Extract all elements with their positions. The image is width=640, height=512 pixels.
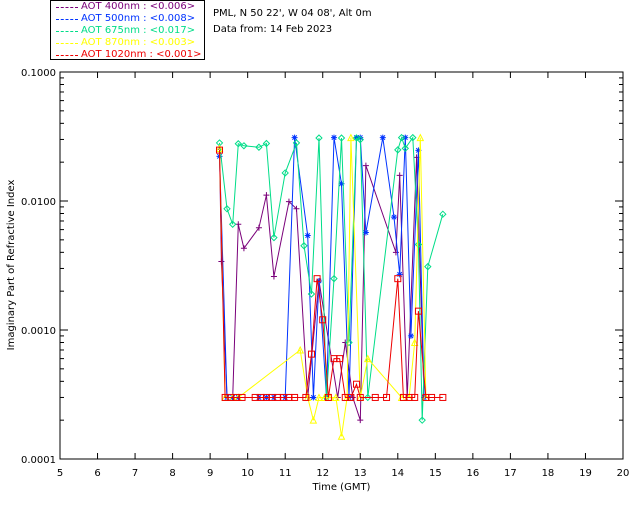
data-point bbox=[379, 134, 386, 141]
x-tick-label: 19 bbox=[579, 468, 592, 479]
data-point bbox=[402, 134, 409, 141]
data-point bbox=[396, 172, 403, 179]
x-tick-label: 15 bbox=[429, 468, 442, 479]
series-line bbox=[219, 137, 427, 437]
data-point bbox=[362, 229, 369, 236]
x-tick-label: 8 bbox=[169, 468, 175, 479]
x-tick-label: 10 bbox=[241, 468, 254, 479]
data-point bbox=[270, 273, 277, 280]
plot-frame bbox=[59, 71, 624, 460]
x-tick-label: 17 bbox=[504, 468, 517, 479]
y-axis-title: Imaginary Part of Refractive Index bbox=[6, 180, 17, 351]
x-tick-label: 16 bbox=[466, 468, 479, 479]
data-point bbox=[304, 232, 311, 239]
data-point bbox=[396, 271, 403, 278]
data-point bbox=[263, 192, 270, 199]
x-tick-label: 9 bbox=[207, 468, 213, 479]
y-tick-label: 0.0100 bbox=[21, 197, 56, 208]
data-point bbox=[439, 210, 447, 218]
x-tick-label: 6 bbox=[94, 468, 100, 479]
data-point bbox=[362, 162, 369, 169]
x-tick-label: 14 bbox=[391, 468, 404, 479]
x-axis-title: Time (GMT) bbox=[312, 482, 371, 493]
data-point bbox=[218, 258, 225, 265]
series-line bbox=[219, 137, 425, 398]
x-tick-label: 12 bbox=[316, 468, 329, 479]
data-point bbox=[310, 394, 317, 401]
y-tick-label: 0.1000 bbox=[21, 68, 56, 79]
series-layer bbox=[215, 133, 447, 440]
data-point bbox=[330, 134, 337, 141]
axis-ticks: 5 6 7 8 9 10 11 12 13 14 15 16 17 18 19 20 0.0001 0.0010 0… bbox=[21, 68, 629, 479]
x-tick-label: 13 bbox=[354, 468, 367, 479]
data-point bbox=[357, 417, 364, 424]
data-point bbox=[391, 214, 398, 221]
x-tick-label: 11 bbox=[279, 468, 292, 479]
chart: 5 6 7 8 9 10 11 12 13 14 15 16 17 18 19 20 0.0001 0.0010 0… bbox=[6, 68, 629, 493]
series-1 bbox=[216, 146, 428, 424]
y-tick-label: 0.0001 bbox=[21, 455, 56, 466]
x-tick-label: 7 bbox=[132, 468, 138, 479]
x-tick-label: 5 bbox=[57, 468, 63, 479]
x-tick-label: 20 bbox=[617, 468, 630, 479]
y-tick-label: 0.0010 bbox=[21, 326, 56, 337]
series-5 bbox=[216, 146, 447, 401]
x-tick-label: 18 bbox=[542, 468, 555, 479]
series-2 bbox=[216, 134, 428, 401]
data-point bbox=[407, 332, 414, 339]
